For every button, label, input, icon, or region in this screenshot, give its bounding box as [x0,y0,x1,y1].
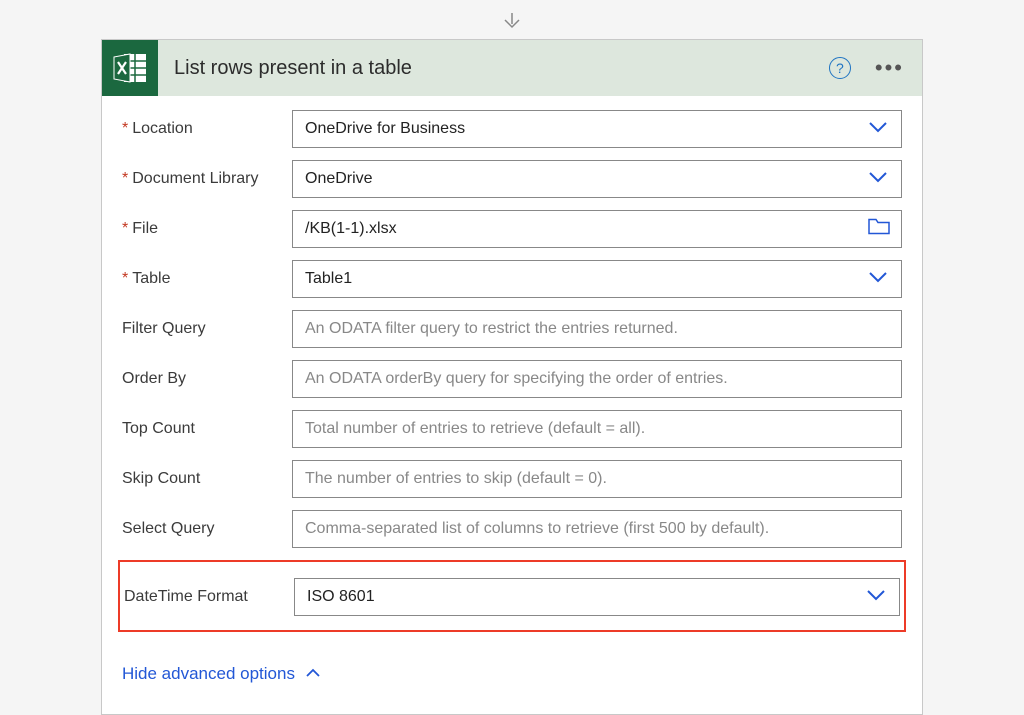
label-document-library: *Document Library [122,170,292,188]
row-datetime-format: DateTime Format ISO 8601 [124,578,900,616]
location-dropdown[interactable]: OneDrive for Business [292,110,902,148]
order-by-input[interactable]: An ODATA orderBy query for specifying th… [292,360,902,398]
hide-advanced-label: Hide advanced options [122,664,295,684]
chevron-up-icon [305,665,321,683]
action-card: List rows present in a table ? ••• *Loca… [101,39,923,715]
row-location: *Location OneDrive for Business [122,110,902,148]
label-top-count: Top Count [122,420,292,438]
highlight-box: DateTime Format ISO 8601 [118,560,906,632]
label-datetime-format: DateTime Format [124,588,294,606]
card-body: *Location OneDrive for Business *Documen… [102,96,922,714]
row-order-by: Order By An ODATA orderBy query for spec… [122,360,902,398]
row-skip-count: Skip Count The number of entries to skip… [122,460,902,498]
table-dropdown[interactable]: Table1 [292,260,902,298]
label-select-query: Select Query [122,520,292,538]
label-skip-count: Skip Count [122,470,292,488]
label-location: *Location [122,120,292,138]
card-header: List rows present in a table ? ••• [102,40,922,96]
card-title: List rows present in a table [174,57,829,80]
flow-action-container: List rows present in a table ? ••• *Loca… [101,12,923,715]
more-icon[interactable]: ••• [875,57,904,79]
top-count-input[interactable]: Total number of entries to retrieve (def… [292,410,902,448]
label-filter-query: Filter Query [122,320,292,338]
skip-count-input[interactable]: The number of entries to skip (default =… [292,460,902,498]
excel-icon [102,40,158,96]
filter-query-input[interactable]: An ODATA filter query to restrict the en… [292,310,902,348]
select-query-input[interactable]: Comma-separated list of columns to retri… [292,510,902,548]
label-order-by: Order By [122,370,292,388]
datetime-format-dropdown[interactable]: ISO 8601 [294,578,900,616]
connector-arrow-icon [101,12,923,35]
row-select-query: Select Query Comma-separated list of col… [122,510,902,548]
document-library-dropdown[interactable]: OneDrive [292,160,902,198]
row-top-count: Top Count Total number of entries to ret… [122,410,902,448]
row-file: *File /KB(1-1).xlsx [122,210,902,248]
row-table: *Table Table1 [122,260,902,298]
label-file: *File [122,220,292,238]
label-table: *Table [122,270,292,288]
row-document-library: *Document Library OneDrive [122,160,902,198]
file-input[interactable]: /KB(1-1).xlsx [292,210,902,248]
help-icon[interactable]: ? [829,57,851,79]
row-filter-query: Filter Query An ODATA filter query to re… [122,310,902,348]
hide-advanced-options-link[interactable]: Hide advanced options [122,664,902,684]
